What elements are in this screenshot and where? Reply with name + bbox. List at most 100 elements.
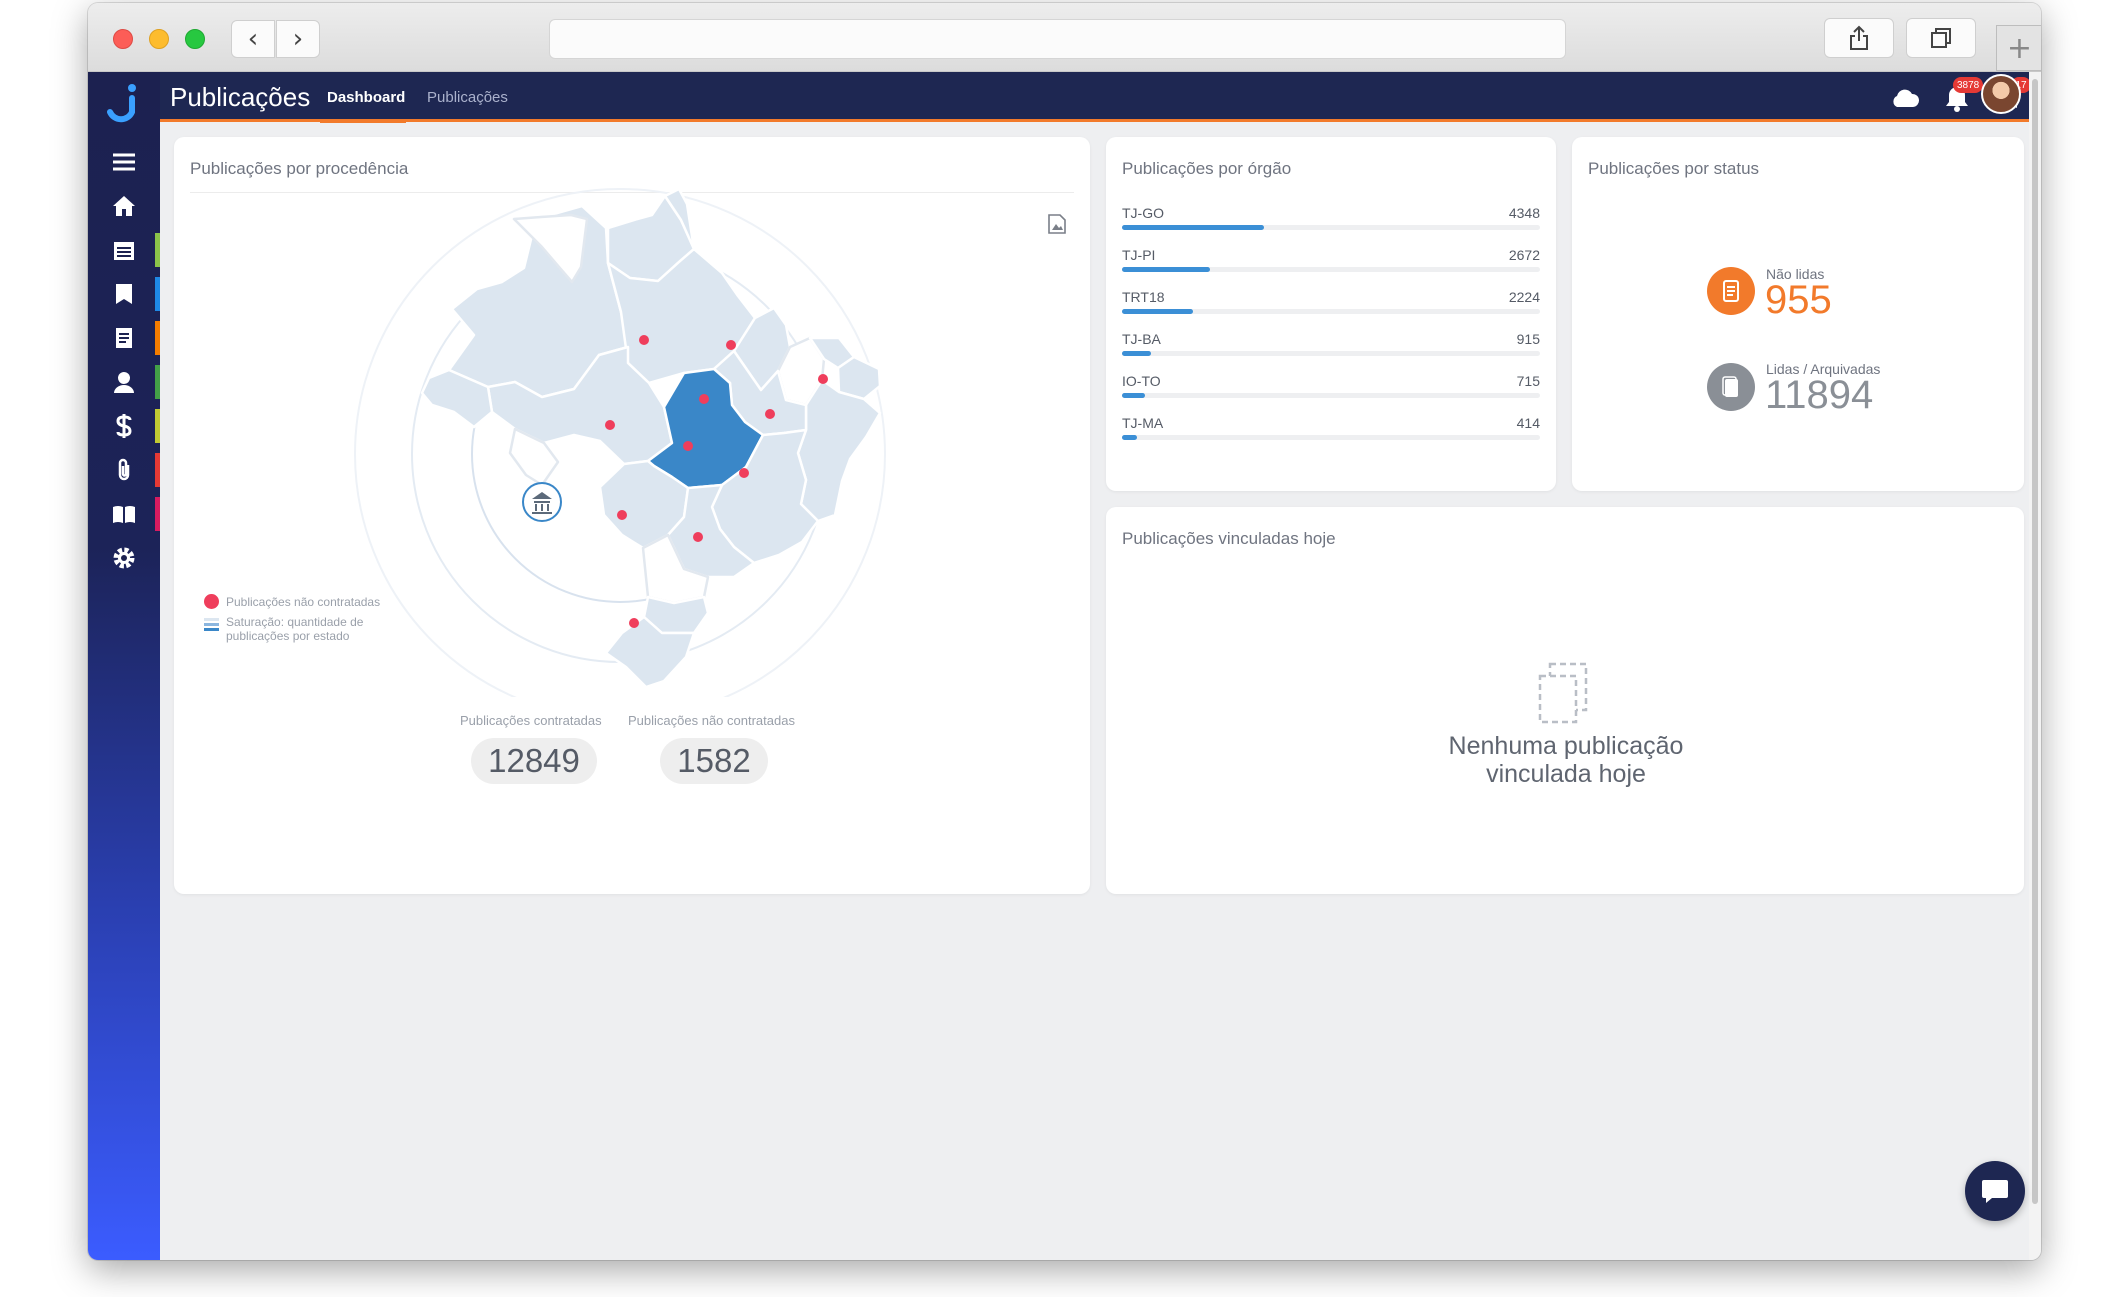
map-marker[interactable] (605, 420, 615, 430)
map-marker[interactable] (617, 510, 627, 520)
sidebar-item-settings[interactable] (106, 540, 142, 576)
empty-state-message: Nenhuma publicação vinculada hoje (1366, 732, 1766, 788)
empty-state-line1: Nenhuma publicação (1448, 732, 1684, 760)
map-marker[interactable] (699, 394, 709, 404)
map-marker[interactable] (726, 340, 736, 350)
orgao-bar-track (1122, 225, 1540, 230)
empty-state-line2: vinculada hoje (1486, 760, 1646, 788)
cloud-icon (1893, 89, 1920, 107)
address-bar[interactable] (549, 19, 1566, 59)
not-contracted-label: Publicações não contratadas (628, 713, 795, 728)
orgao-row[interactable]: TJ-PI 2672 (1122, 247, 1540, 289)
map-marker[interactable] (693, 532, 703, 542)
orgao-bar-track (1122, 435, 1540, 440)
app-header: Publicações Dashboard Publicações 3878 1… (160, 72, 2041, 122)
chat-button[interactable] (1965, 1161, 2025, 1221)
sidebar-stripe (155, 453, 160, 487)
legend-not-contracted: Publicações não contratadas (226, 595, 381, 609)
sidebar-stripe (155, 233, 160, 267)
map-marker[interactable] (629, 618, 639, 628)
vinculadas-title: Publicações vinculadas hoje (1122, 529, 1336, 548)
sidebar-item-menu[interactable] (106, 144, 142, 180)
orgao-bar-track (1122, 393, 1540, 398)
map-marker[interactable] (739, 468, 749, 478)
procedencia-card: Publicações por procedência Publicações … (174, 137, 1090, 894)
orgao-title: Publicações por órgão (1122, 159, 1292, 178)
map-marker[interactable] (639, 335, 649, 345)
avatar[interactable] (1981, 74, 2021, 114)
read-status-icon (1707, 363, 1755, 411)
dollar-icon (116, 414, 132, 438)
notifications-badge: 3878 (1953, 77, 1984, 93)
gear-icon (113, 547, 135, 569)
state-bahia (796, 378, 882, 523)
app-logo-icon[interactable] (106, 82, 142, 128)
orgao-row[interactable]: TJ-MA 414 (1122, 415, 1540, 457)
orgao-count: 2224 (1508, 289, 1540, 305)
unread-status-icon (1707, 267, 1755, 315)
share-icon (1850, 25, 1868, 50)
sidebar-item-contacts[interactable] (106, 364, 142, 400)
orgao-count: 2672 (1508, 247, 1540, 263)
sidebar-stripe (155, 365, 160, 399)
tab-dashboard[interactable]: Dashboard (327, 89, 405, 106)
orgao-bar-fill (1122, 267, 1210, 272)
courthouse-icon[interactable] (522, 482, 562, 522)
tag-icon (116, 284, 132, 304)
legend-saturation-line2: publicações por estado (226, 629, 350, 643)
tab-publicacoes[interactable]: Publicações (427, 89, 508, 106)
orgao-row[interactable]: TRT18 2224 (1122, 289, 1540, 331)
sidebar-item-finance[interactable] (106, 408, 142, 444)
orgao-row[interactable]: IO-TO 715 (1122, 373, 1540, 415)
home-icon (113, 196, 135, 216)
sidebar-item-tags[interactable] (106, 276, 142, 312)
orgao-bar-fill (1122, 393, 1145, 398)
map-marker[interactable] (765, 409, 775, 419)
legend-saturation-line1: Saturação: quantidade de (226, 615, 364, 629)
sidebar-item-library[interactable] (106, 496, 142, 532)
share-button[interactable] (1824, 18, 1894, 58)
sidebar-stripe (155, 321, 160, 355)
zoom-window-button[interactable] (185, 29, 205, 49)
sidebar-item-attachments[interactable] (106, 452, 142, 488)
orgao-bar-track (1122, 309, 1540, 314)
orgao-card: Publicações por órgão TJ-GO 4348 TJ-PI 2672… (1106, 137, 1556, 491)
sidebar-item-documents[interactable] (106, 320, 142, 356)
orgao-bar-fill (1122, 351, 1152, 356)
book-icon (113, 506, 135, 523)
scrollbar-thumb[interactable] (2032, 79, 2038, 1204)
cloud-button[interactable] (1889, 82, 1921, 114)
map-marker[interactable] (818, 374, 828, 384)
sidebar-item-calendar[interactable] (106, 232, 142, 268)
new-tab-button[interactable]: + (1996, 25, 2041, 71)
sidebar-item-home[interactable] (106, 188, 142, 224)
minimize-window-button[interactable] (149, 29, 169, 49)
orgao-count: 414 (1516, 415, 1540, 431)
empty-documents-icon (1538, 662, 1588, 724)
back-button[interactable]: ‹ (231, 20, 275, 58)
forward-button[interactable]: › (276, 20, 320, 58)
orgao-list: TJ-GO 4348 TJ-PI 2672 TRT18 2224 TJ-BA 915 IO-TO… (1122, 205, 1540, 475)
show-tabs-button[interactable] (1906, 18, 1976, 58)
orgao-bar-fill (1122, 225, 1265, 230)
contracted-label: Publicações contratadas (460, 713, 602, 728)
orgao-name: TJ-MA (1122, 415, 1164, 431)
orgao-bar-fill (1122, 309, 1194, 314)
orgao-row[interactable]: TJ-BA 915 (1122, 331, 1540, 373)
notifications-button[interactable]: 3878 (1941, 77, 1984, 114)
orgao-count: 915 (1516, 331, 1540, 347)
contracted-value: 12849 (471, 738, 597, 784)
orgao-row[interactable]: TJ-GO 4348 (1122, 205, 1540, 247)
legend-dot-not-contracted (204, 594, 219, 609)
orgao-count: 4348 (1508, 205, 1540, 221)
orgao-bar-track (1122, 351, 1540, 356)
status-title: Publicações por status (1588, 159, 1760, 178)
tabs-icon (1931, 28, 1951, 48)
menu-icon (113, 153, 135, 171)
sidebar-stripe (155, 409, 160, 443)
brazil-map (354, 187, 886, 697)
map-marker[interactable] (683, 441, 693, 451)
calendar-icon (114, 242, 134, 260)
close-window-button[interactable] (113, 29, 133, 49)
orgao-count: 715 (1516, 373, 1540, 389)
